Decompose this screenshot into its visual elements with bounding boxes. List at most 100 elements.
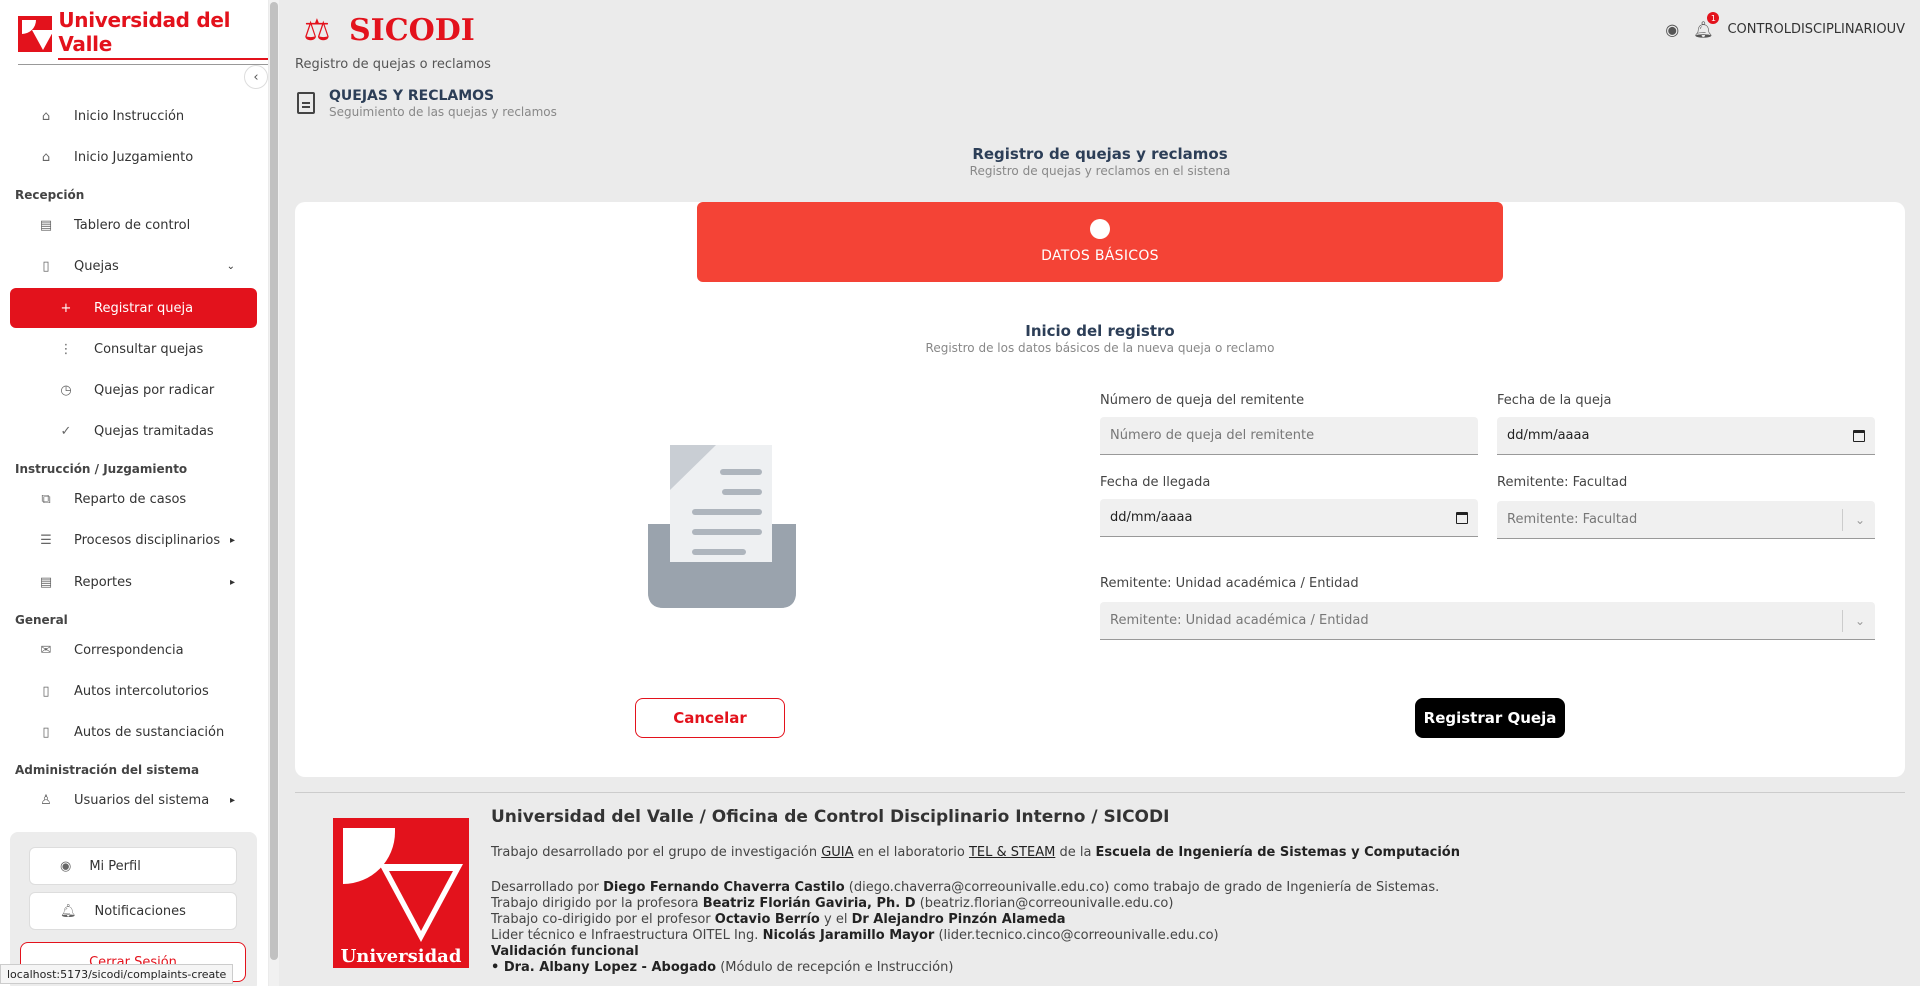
footer-line-group: Trabajo desarrollado por el grupo de inv… (491, 845, 1460, 860)
brand-name: SICODI (349, 12, 475, 48)
sidebar-item-label: Tablero de control (74, 217, 191, 233)
sidebar-item-label: Inicio Juzgamiento (74, 149, 194, 165)
sidebar-item-quejas-por-radicar[interactable]: ◷ Quejas por radicar (10, 370, 257, 410)
footer-logo-text: Universidad (340, 946, 462, 967)
footer-title: Universidad del Valle / Oficina de Contr… (491, 807, 1170, 827)
cancel-button[interactable]: Cancelar (635, 698, 785, 738)
page-subtitle: Seguimiento de las quejas y reclamos (329, 105, 557, 119)
step-indicator-dot (1090, 219, 1110, 239)
document-icon: ▯ (42, 724, 50, 740)
notificaciones-label: Notificaciones (94, 903, 186, 919)
mail-icon: ✉ (40, 642, 52, 658)
bell-icon: 🔔︎ (60, 903, 77, 919)
guia-link[interactable]: GUIA (821, 845, 853, 860)
sidebar-item-autos-sustanciacion[interactable]: ▯ Autos de sustanciación (10, 712, 257, 752)
mi-perfil-button[interactable]: ◉ Mi Perfil (29, 847, 237, 885)
footer-director: Trabajo dirigido por la profesora Beatri… (491, 896, 1174, 911)
footer-validation-heading: Validación funcional (491, 944, 639, 959)
form-subtitle: Registro de los datos básicos de la nuev… (925, 341, 1275, 355)
user-area: ◉ 🔔︎ 1 CONTROLDISCIPLINARIOUV (1665, 12, 1905, 39)
fecha-queja-label: Fecha de la queja (1497, 393, 1612, 408)
database-icon: ☰ (40, 532, 52, 548)
footer-tech-lead: Lider técnico e Infraestructura OITEL In… (491, 928, 1219, 943)
sidebar-divider (18, 64, 268, 65)
sidebar-item-label: Quejas (74, 258, 119, 274)
fecha-llegada-input[interactable]: dd/mm/aaaa (1100, 499, 1478, 537)
calendar-icon[interactable] (1853, 429, 1865, 442)
sidebar-item-label: Reparto de casos (74, 491, 187, 507)
sidebar-item-quejas-tramitadas[interactable]: ✓ Quejas tramitadas (10, 411, 257, 451)
unidad-select[interactable]: Remitente: Unidad académica / Entidad ⌄ (1100, 602, 1875, 640)
bell-icon[interactable]: 🔔︎ 1 (1693, 12, 1720, 39)
collapse-sidebar-button[interactable]: ‹ (244, 65, 268, 89)
check-circle-icon: ✓ (60, 423, 72, 439)
footer-divider (295, 792, 1905, 793)
status-url: localhost:5173/sicodi/complaints-create (0, 964, 234, 984)
sidebar-item-consultar-quejas[interactable]: ⋮ Consultar quejas (10, 329, 257, 369)
document-icon: ▯ (42, 258, 50, 274)
notificaciones-button[interactable]: 🔔︎ Notificaciones (29, 892, 237, 930)
scrollbar-thumb[interactable] (270, 2, 278, 960)
facultad-label: Remitente: Facultad (1497, 475, 1628, 490)
sidebar-item-label: Usuarios del sistema (74, 792, 210, 808)
chevron-left-icon: ‹ (253, 69, 259, 85)
sidebar-item-autos-intercolutorios[interactable]: ▯ Autos intercolutorios (10, 671, 257, 711)
fecha-queja-input[interactable]: dd/mm/aaaa (1497, 417, 1875, 455)
footer-developer: Desarrollado por Diego Fernando Chaverra… (491, 880, 1440, 895)
section-instruccion: Instrucción / Juzgamiento (15, 462, 188, 476)
form-heading: Inicio del registro Registro de los dato… (295, 322, 1905, 355)
univalle-logo[interactable]: Universidad del Valle (18, 8, 268, 60)
sidebar-item-label: Consultar quejas (94, 341, 204, 357)
user-circle-icon[interactable]: ◉ (1665, 20, 1679, 39)
chevron-down-icon: ⌄ (1854, 613, 1865, 628)
unidad-label: Remitente: Unidad académica / Entidad (1100, 576, 1359, 591)
page-title: QUEJAS Y RECLAMOS (329, 88, 495, 104)
sicodi-logo[interactable]: ⚖ SICODI (295, 10, 475, 50)
chart-icon: ▤ (39, 574, 53, 590)
sidebar-item-label: Correspondencia (74, 642, 184, 658)
sidebar-item-usuarios[interactable]: ♙ Usuarios del sistema ▸ (10, 780, 257, 820)
section-subtitle: Registro de quejas y reclamos en el sist… (969, 164, 1231, 178)
numero-queja-input[interactable]: Número de queja del remitente (1100, 417, 1478, 455)
chevron-right-icon: ▸ (229, 576, 235, 588)
plus-icon: + (60, 300, 72, 316)
facultad-placeholder: Remitente: Facultad (1507, 512, 1638, 527)
username[interactable]: CONTROLDISCIPLINARIOUV (1727, 22, 1905, 37)
sidebar-scrollbar[interactable] (269, 0, 279, 986)
sidebar-item-procesos[interactable]: ☰ Procesos disciplinarios ▸ (10, 520, 257, 560)
step-label: DATOS BÁSICOS (1041, 248, 1159, 264)
scales-icon: ⚖ (303, 12, 331, 48)
sidebar-item-tablero[interactable]: ▤ Tablero de control (10, 205, 257, 245)
fecha-llegada-label: Fecha de llegada (1100, 475, 1211, 490)
sidebar-item-reparto[interactable]: ⧉ Reparto de casos (10, 479, 257, 519)
sidebar-item-label: Quejas por radicar (94, 382, 215, 398)
sidebar-item-reportes[interactable]: ▤ Reportes ▸ (10, 562, 257, 602)
facultad-select[interactable]: Remitente: Facultad ⌄ (1497, 501, 1875, 539)
sidebar-item-quejas[interactable]: ▯ Quejas ⌄ (10, 246, 257, 286)
sidebar-item-inicio-instruccion[interactable]: ⌂ Inicio Instrucción (10, 96, 257, 136)
step-datos-basicos[interactable]: DATOS BÁSICOS (697, 202, 1503, 282)
page-header: QUEJAS Y RECLAMOS Seguimiento de las que… (297, 88, 557, 119)
home-icon: ⌂ (41, 108, 51, 124)
sidebar-bottom-panel: ◉ Mi Perfil 🔔︎ Notificaciones Cerrar Ses… (10, 832, 257, 986)
chevron-right-icon: ▸ (229, 534, 235, 546)
tel-steam-link[interactable]: TEL & STEAM (969, 845, 1055, 860)
copy-icon: ⧉ (41, 491, 51, 507)
sidebar-item-inicio-juzgamiento[interactable]: ⌂ Inicio Juzgamiento (10, 137, 257, 177)
univalle-logo-mark (18, 16, 53, 52)
sidebar-item-registrar-queja[interactable]: + Registrar queja (10, 288, 257, 328)
sidebar-item-correspondencia[interactable]: ✉ Correspondencia (10, 630, 257, 670)
sidebar-item-label: Reportes (74, 574, 132, 590)
sidebar-item-label: Autos de sustanciación (74, 724, 225, 740)
sidebar-item-label: Autos intercolutorios (74, 683, 209, 699)
calendar-icon[interactable] (1456, 511, 1468, 524)
dashboard-icon: ▤ (39, 217, 53, 233)
registrar-queja-button[interactable]: Registrar Queja (1415, 698, 1565, 738)
form-card: DATOS BÁSICOS Inicio del registro Regist… (295, 202, 1905, 777)
chevron-right-icon: ▸ (229, 794, 235, 806)
document-icon: ▯ (42, 683, 50, 699)
numero-queja-label: Número de queja del remitente (1100, 393, 1305, 408)
user-circle-icon: ◉ (60, 858, 72, 874)
univalle-logo-text: Universidad del Valle (58, 8, 268, 60)
mi-perfil-label: Mi Perfil (89, 858, 141, 874)
